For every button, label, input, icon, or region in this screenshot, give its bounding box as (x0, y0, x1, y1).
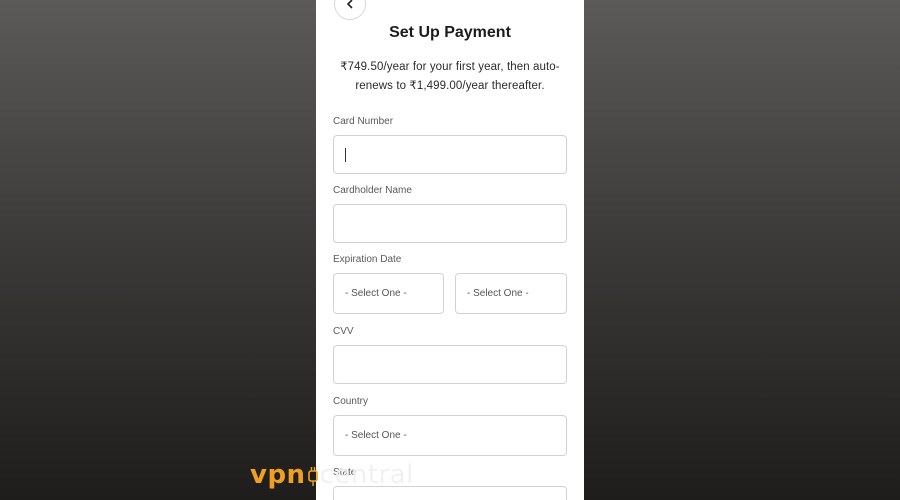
expiration-month-select[interactable]: - Select One - (333, 273, 444, 314)
payment-screen: Set Up Payment ₹749.50/year for your fir… (316, 0, 584, 500)
expiration-year-value: - Select One - (467, 288, 529, 299)
country-label: Country (333, 396, 369, 407)
watermark-brand-vpn: vpn (250, 460, 306, 490)
cardholder-name-label: Cardholder Name (333, 185, 412, 196)
background-left (0, 0, 316, 500)
watermark-brand-central: central (319, 460, 414, 490)
country-value: - Select One - (345, 430, 407, 441)
back-button[interactable] (334, 0, 366, 20)
expiration-year-select[interactable]: - Select One - (455, 273, 567, 314)
country-select[interactable]: - Select One - (333, 415, 567, 456)
background-right (584, 0, 900, 500)
chevron-left-icon (345, 0, 355, 14)
cardholder-name-input[interactable] (333, 204, 567, 243)
page-title: Set Up Payment (389, 24, 511, 41)
card-number-label: Card Number (333, 116, 394, 127)
expiration-month-value: - Select One - (345, 288, 407, 299)
cvv-input[interactable] (333, 345, 567, 384)
cvv-label: CVV (333, 326, 354, 337)
card-number-input[interactable] (333, 135, 567, 174)
expiration-date-label: Expiration Date (333, 254, 402, 265)
plug-icon (307, 462, 319, 488)
pricing-description: ₹749.50/year for your first year, then a… (340, 61, 560, 92)
watermark-logo: vpn central (250, 455, 414, 495)
